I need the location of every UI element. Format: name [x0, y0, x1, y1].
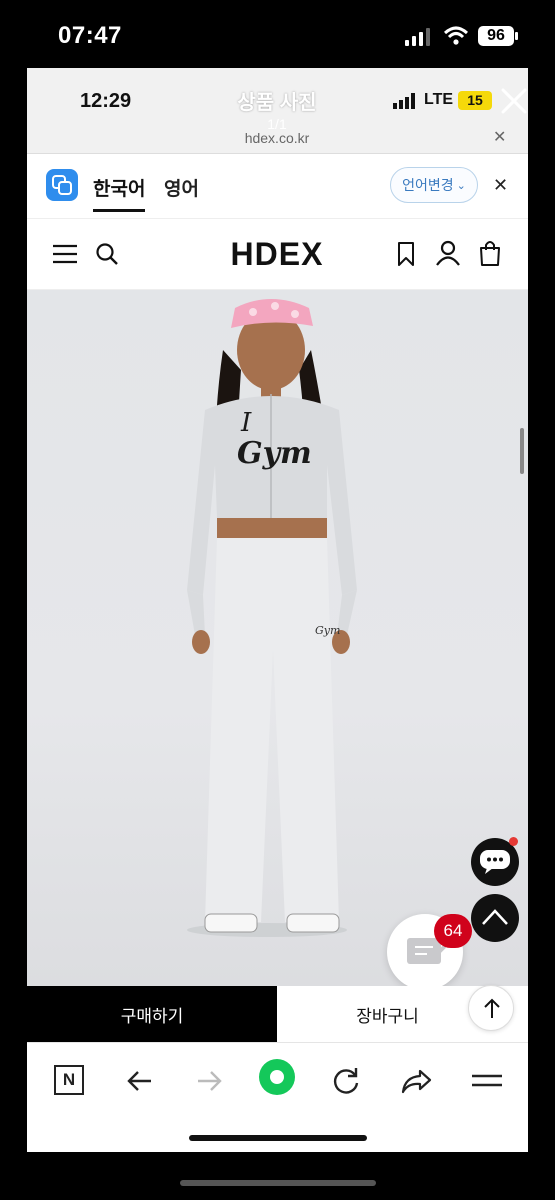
network-type: LTE [424, 91, 454, 108]
inner-signal-icon [393, 93, 415, 109]
review-count-badge: 64 [434, 914, 472, 948]
language-change-label: 언어변경 [402, 177, 454, 193]
close-viewer-icon[interactable] [499, 86, 528, 116]
inner-status-bar: 12:29 상품 사진 1/1 LTE 15 hdex.co.kr ✕ [27, 68, 528, 154]
naver-home-button[interactable]: N [52, 1063, 92, 1099]
site-header: HDEX [27, 220, 528, 290]
hamburger-menu-icon[interactable] [467, 1063, 507, 1099]
inner-battery: 15 [458, 91, 492, 110]
buy-button[interactable]: 구매하기 [27, 986, 277, 1042]
battery-indicator: 96 [478, 26, 514, 46]
battery-cap [515, 32, 518, 40]
arrow-up-icon [484, 998, 500, 1018]
chat-bubble-icon [480, 850, 510, 874]
url-close-icon[interactable]: ✕ [493, 127, 506, 147]
product-photo[interactable]: I Gym Gym [27, 290, 528, 986]
chat-notification-dot [509, 837, 518, 846]
inner-clock: 12:29 [80, 90, 132, 112]
screenshot-viewer: 12:29 상품 사진 1/1 LTE 15 hdex.co.kr ✕ 한국어 … [27, 68, 528, 1152]
menu-icon[interactable] [52, 244, 78, 264]
n-label: N [62, 1070, 76, 1089]
url-text[interactable]: hdex.co.kr [177, 130, 377, 146]
home-indicator[interactable] [189, 1135, 367, 1141]
battery-level: 96 [487, 27, 505, 44]
search-icon[interactable] [95, 242, 119, 266]
inner-battery-level: 15 [467, 92, 483, 108]
page-scrollbar[interactable] [520, 428, 524, 474]
chevron-up-icon [482, 909, 508, 925]
outer-status-bar: 07:47 96 [0, 0, 555, 68]
translate-close-icon[interactable]: ✕ [493, 175, 508, 196]
lang-tab-english[interactable]: 영어 [164, 174, 199, 201]
refresh-icon[interactable] [326, 1063, 366, 1099]
translate-icon [46, 169, 78, 201]
scroll-top-button[interactable] [471, 894, 519, 942]
cart-icon[interactable] [478, 239, 502, 267]
brand-logo[interactable]: HDEX [207, 236, 347, 273]
pants-print: Gym [315, 624, 341, 637]
chevron-down-icon: ⌄ [456, 179, 466, 192]
share-icon[interactable] [396, 1063, 436, 1099]
back-arrow-icon[interactable] [121, 1063, 161, 1099]
forward-arrow-icon[interactable] [188, 1063, 228, 1099]
bookmark-icon[interactable] [397, 241, 415, 267]
browser-toolbar: N [27, 1042, 528, 1152]
n-box-icon: N [54, 1065, 84, 1095]
signal-icon [405, 28, 430, 46]
shirt-print-line1: I [241, 408, 252, 438]
language-change-button[interactable]: 언어변경 ⌄ [390, 167, 478, 203]
viewer-title: 상품 사진 [237, 92, 317, 114]
outer-home-indicator[interactable] [180, 1180, 376, 1186]
translate-bar: 한국어 영어 언어변경 ⌄ ✕ [27, 155, 528, 219]
account-icon[interactable] [435, 240, 461, 266]
wifi-icon [443, 26, 469, 45]
model-illustration [187, 299, 357, 937]
lang-tab-korean[interactable]: 한국어 [93, 174, 146, 212]
shirt-print-line2: Gym [237, 436, 312, 471]
scroll-up-button[interactable] [468, 985, 514, 1031]
green-home-icon[interactable] [257, 1057, 297, 1097]
outer-clock: 07:47 [58, 22, 122, 49]
